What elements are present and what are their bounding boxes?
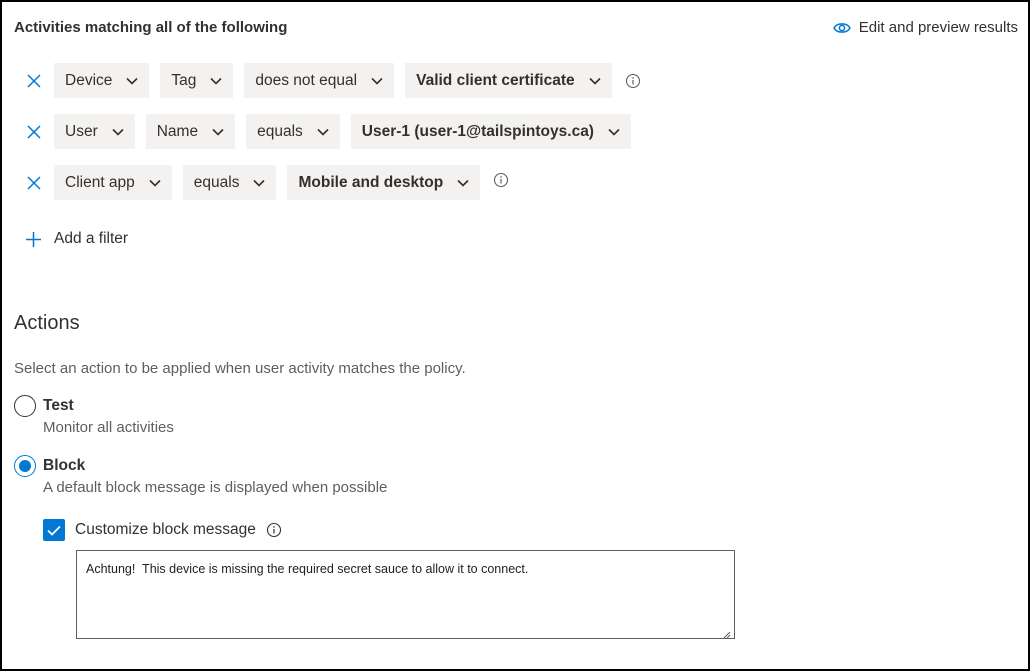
field-dropdown[interactable]: User: [54, 114, 135, 149]
edit-preview-label: Edit and preview results: [858, 19, 1018, 36]
radio-selected-dot: [19, 460, 31, 472]
radio-description: Monitor all activities: [43, 419, 174, 436]
section-title: Activities matching all of the following: [14, 19, 288, 36]
resize-handle-icon[interactable]: [721, 626, 731, 644]
close-icon: [27, 124, 41, 139]
block-message-textarea[interactable]: Achtung! This device is missing the requ…: [76, 550, 735, 639]
filter-row-user: User Name equals User-1 (user-1@tailspin…: [24, 114, 642, 149]
block-radio[interactable]: [14, 455, 36, 477]
chevron-down-icon: [112, 128, 124, 136]
add-filter-label: Add a filter: [54, 230, 129, 247]
chevron-down-icon: [608, 128, 620, 136]
subfield-dropdown[interactable]: Name: [145, 114, 236, 149]
field-dropdown[interactable]: Device: [54, 63, 150, 98]
chevron-down-icon: [149, 179, 161, 187]
chevron-down-icon: [317, 128, 329, 136]
radio-label: Test: [43, 397, 74, 414]
chevron-down-icon: [212, 128, 224, 136]
operator-dropdown[interactable]: equals: [182, 165, 277, 200]
field-dropdown[interactable]: Client app: [54, 165, 172, 200]
remove-filter-button[interactable]: [24, 71, 44, 91]
info-icon[interactable]: [266, 522, 282, 538]
subfield-dropdown[interactable]: Tag: [160, 63, 234, 98]
customize-message-label: Customize block message: [75, 521, 256, 538]
checkmark-icon: [47, 525, 61, 536]
value-dropdown[interactable]: Mobile and desktop: [287, 165, 481, 200]
chevron-down-icon: [371, 77, 383, 85]
remove-filter-button[interactable]: [24, 122, 44, 142]
plus-icon: [26, 231, 41, 247]
filter-row-device: Device Tag does not equal Valid client c…: [24, 63, 641, 98]
close-icon: [27, 175, 41, 190]
operator-dropdown[interactable]: equals: [246, 114, 340, 149]
test-radio[interactable]: [14, 395, 36, 417]
customize-message-row: Customize block message: [43, 519, 282, 541]
chevron-down-icon: [457, 179, 469, 187]
radio-description: A default block message is displayed whe…: [43, 479, 388, 496]
actions-description: Select an action to be applied when user…: [14, 360, 466, 377]
info-icon[interactable]: [625, 73, 641, 89]
operator-dropdown[interactable]: does not equal: [244, 63, 395, 98]
chevron-down-icon: [126, 77, 138, 85]
value-dropdown[interactable]: User-1 (user-1@tailspintoys.ca): [350, 114, 631, 149]
edit-preview-link[interactable]: Edit and preview results: [832, 19, 1018, 36]
policy-panel: Activities matching all of the following…: [0, 0, 1030, 671]
radio-option-block: Block A default block message is display…: [14, 455, 387, 496]
chevron-down-icon: [253, 179, 266, 187]
close-icon: [27, 73, 41, 88]
remove-filter-button[interactable]: [24, 173, 44, 193]
customize-message-checkbox[interactable]: [43, 519, 65, 541]
chevron-down-icon: [210, 77, 222, 85]
value-dropdown[interactable]: Valid client certificate: [405, 63, 612, 98]
info-icon[interactable]: [493, 172, 509, 188]
eye-icon: [832, 21, 851, 35]
actions-heading: Actions: [14, 312, 80, 334]
chevron-down-icon: [589, 77, 601, 85]
add-filter-button[interactable]: Add a filter: [25, 230, 128, 248]
radio-label: Block: [43, 457, 86, 474]
radio-option-test: Test Monitor all activities: [14, 395, 174, 436]
filter-row-client-app: Client app equals Mobile and desktop: [24, 165, 509, 200]
